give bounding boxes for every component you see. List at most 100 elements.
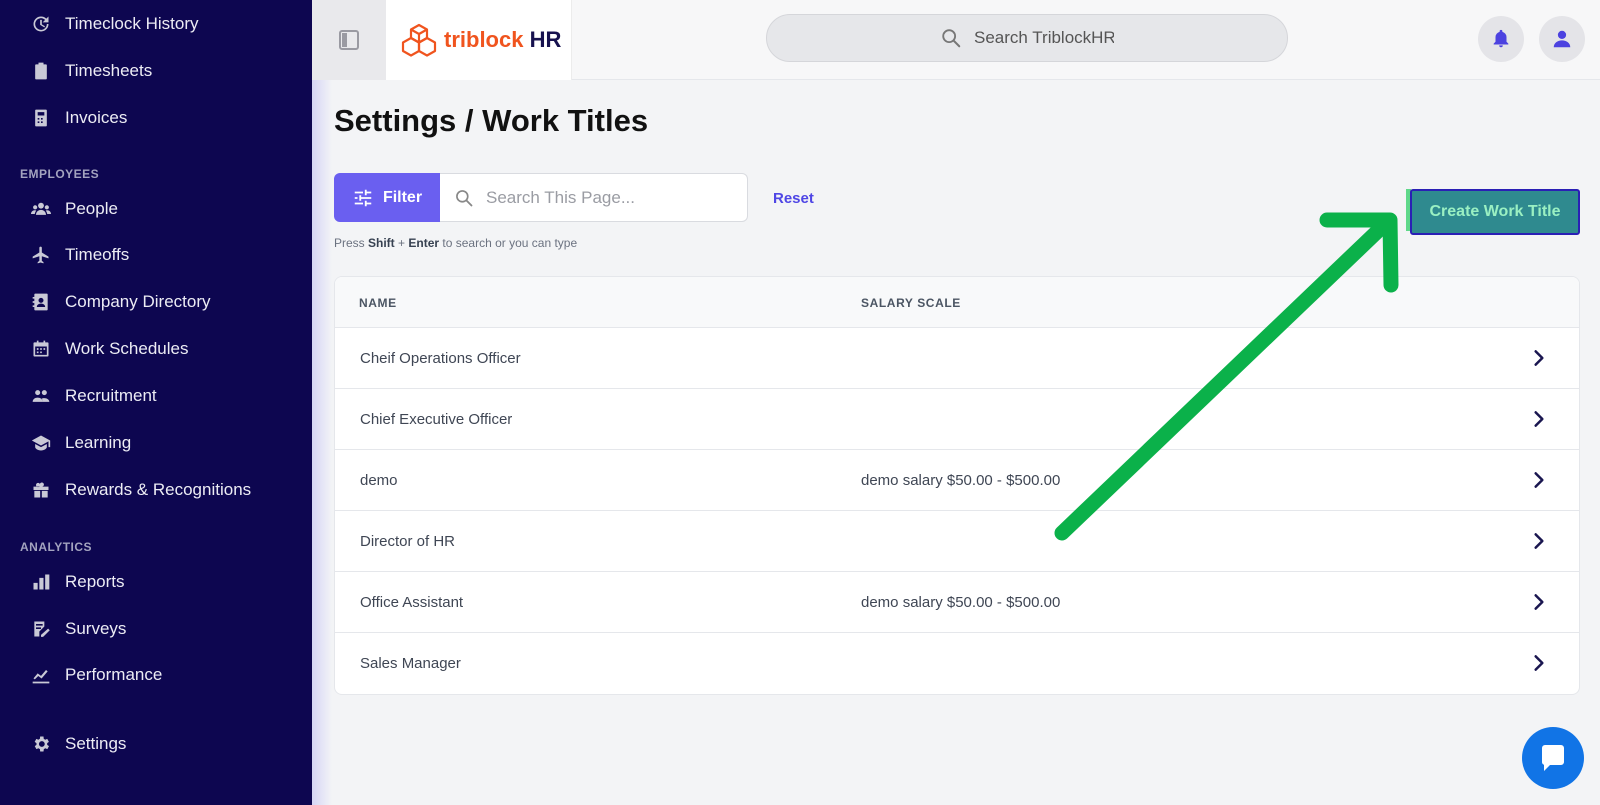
page-search-field[interactable] — [440, 173, 748, 222]
user-profile-button[interactable] — [1539, 16, 1585, 62]
cell-name: Chief Executive Officer — [360, 411, 513, 428]
contact-book-icon — [30, 291, 52, 313]
bell-icon — [1493, 29, 1509, 48]
hint-key-shift: Shift — [368, 236, 395, 250]
cell-salary-scale: demo salary $50.00 - $500.00 — [861, 594, 1061, 611]
table-row[interactable]: Cheif Operations Officer — [335, 328, 1579, 389]
sidebar-item-work-schedules[interactable]: Work Schedules — [30, 334, 188, 364]
cell-salary-scale: demo salary $50.00 - $500.00 — [861, 472, 1061, 489]
sliders-icon — [354, 189, 372, 206]
clock-history-icon — [30, 13, 52, 35]
chevron-right-icon[interactable] — [1529, 409, 1549, 429]
sidebar-item-label: Settings — [65, 734, 127, 753]
gift-icon — [30, 479, 52, 501]
gear-icon — [30, 733, 52, 755]
hint-suffix: to search or you can type — [439, 236, 578, 250]
page-title: Settings / Work Titles — [334, 103, 649, 138]
column-header-name: NAME — [359, 296, 397, 310]
clipboard-icon — [30, 60, 52, 82]
sidebar-item-invoices[interactable]: Invoices — [30, 103, 127, 133]
user-group-icon — [30, 385, 52, 407]
sidebar-item-rewards[interactable]: Rewards & Recognitions — [30, 475, 251, 505]
filter-button[interactable]: Filter — [334, 173, 440, 222]
search-icon — [942, 29, 961, 48]
page-search-input[interactable] — [486, 187, 726, 208]
sidebar-item-label: Recruitment — [65, 386, 157, 405]
table-row[interactable]: Office Assistant demo salary $50.00 - $5… — [335, 572, 1579, 633]
sidebar-item-label: People — [65, 199, 118, 218]
search-icon — [456, 189, 473, 206]
sidebar-item-label: Reports — [65, 572, 125, 591]
chat-support-button[interactable] — [1522, 727, 1584, 789]
user-icon — [1553, 30, 1571, 48]
sidebar-item-label: Learning — [65, 433, 132, 452]
table-row[interactable]: demo demo salary $50.00 - $500.00 — [335, 450, 1579, 511]
people-icon — [30, 198, 52, 220]
section-label-employees: EMPLOYEES — [20, 167, 100, 181]
sidebar-item-learning[interactable]: Learning — [30, 428, 131, 458]
sidebar-item-label: Performance — [65, 665, 163, 684]
sidebar-toggle-button[interactable] — [312, 0, 386, 80]
logo-text: triblock HR — [444, 27, 561, 53]
graduation-cap-icon — [30, 432, 52, 454]
calendar-icon — [30, 338, 52, 360]
sidebar-item-label: Work Schedules — [65, 339, 189, 358]
calculator-icon — [30, 107, 52, 129]
trend-line-icon — [30, 664, 52, 686]
bar-chart-icon — [30, 571, 52, 593]
sidebar-item-timesheets[interactable]: Timesheets — [30, 56, 152, 86]
sidebar-item-recruitment[interactable]: Recruitment — [30, 381, 157, 411]
chevron-right-icon[interactable] — [1529, 653, 1549, 673]
search-hint: Press Shift + Enter to search or you can… — [334, 236, 577, 250]
table-header: NAME SALARY SCALE — [335, 277, 1579, 328]
sidebar-item-reports[interactable]: Reports — [30, 567, 125, 597]
create-work-title-button[interactable]: Create Work Title — [1410, 189, 1580, 235]
global-search-bar[interactable] — [766, 14, 1288, 62]
sidebar-shadow — [312, 80, 332, 805]
chevron-right-icon[interactable] — [1529, 470, 1549, 490]
sidebar-item-timeclock-history[interactable]: Timeclock History — [30, 9, 199, 39]
sidebar-item-company-directory[interactable]: Company Directory — [30, 287, 211, 317]
notifications-button[interactable] — [1478, 16, 1524, 62]
logo[interactable]: triblock HR — [386, 0, 572, 80]
hint-plus: + — [394, 236, 409, 250]
chevron-right-icon[interactable] — [1529, 531, 1549, 551]
sidebar: Timeclock History Timesheets Invoices EM… — [0, 0, 312, 805]
sidebar-item-settings[interactable]: Settings — [30, 729, 126, 759]
global-search-input[interactable] — [974, 28, 1114, 48]
cell-name: Office Assistant — [360, 594, 464, 611]
table-row[interactable]: Sales Manager — [335, 633, 1579, 694]
table-row[interactable]: Chief Executive Officer — [335, 389, 1579, 450]
logo-text-part1: triblock — [444, 27, 524, 52]
sidebar-item-label: Timesheets — [65, 61, 153, 80]
chevron-right-icon[interactable] — [1529, 592, 1549, 612]
reset-link[interactable]: Reset — [773, 190, 814, 207]
sidebar-item-label: Surveys — [65, 619, 127, 638]
sidebar-toggle-icon — [339, 30, 359, 50]
filter-button-label: Filter — [382, 188, 423, 206]
sidebar-item-label: Rewards & Recognitions — [65, 480, 252, 499]
cell-name: Director of HR — [360, 533, 456, 550]
sidebar-item-surveys[interactable]: Surveys — [30, 614, 126, 644]
table-row[interactable]: Director of HR — [335, 511, 1579, 572]
sidebar-item-label: Company Directory — [65, 292, 211, 311]
hint-prefix: Press — [334, 236, 369, 250]
sidebar-item-people[interactable]: People — [30, 194, 118, 224]
cell-name: demo — [360, 472, 398, 489]
sidebar-item-label: Invoices — [65, 108, 128, 127]
chat-bubble-icon — [1542, 745, 1564, 771]
survey-edit-icon — [30, 618, 52, 640]
work-titles-table: NAME SALARY SCALE Cheif Operations Offic… — [334, 276, 1580, 695]
sidebar-item-performance[interactable]: Performance — [30, 660, 162, 690]
top-bar: triblock HR — [312, 0, 1600, 80]
sidebar-item-label: Timeoffs — [65, 245, 130, 264]
cell-name: Cheif Operations Officer — [360, 350, 521, 367]
sidebar-item-timeoffs[interactable]: Timeoffs — [30, 240, 129, 270]
sidebar-item-label: Timeclock History — [65, 14, 199, 33]
hint-key-enter: Enter — [408, 236, 440, 250]
logo-cubes-icon — [401, 23, 437, 57]
section-label-analytics: ANALYTICS — [20, 540, 93, 554]
logo-text-part2: HR — [529, 27, 562, 52]
cell-name: Sales Manager — [360, 655, 461, 672]
chevron-right-icon[interactable] — [1529, 348, 1549, 368]
